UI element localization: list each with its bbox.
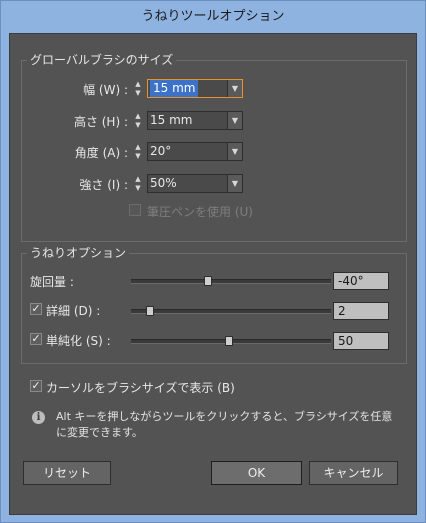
intensity-value[interactable]: 50% <box>150 175 177 192</box>
rotation-slider-track[interactable] <box>131 279 331 284</box>
spin-up-icon[interactable]: ▲ <box>131 80 145 89</box>
intensity-spinner[interactable]: ▲ ▼ <box>131 175 145 194</box>
detail-label[interactable]: 詳細 (D) : <box>46 302 100 319</box>
chevron-down-icon[interactable]: ▼ <box>227 112 242 129</box>
spin-down-icon[interactable]: ▼ <box>131 184 145 193</box>
angle-combo[interactable]: 20° ▼ <box>147 142 243 161</box>
height-combo[interactable]: 15 mm ▼ <box>147 111 243 130</box>
info-icon: i <box>32 411 45 424</box>
spin-down-icon[interactable]: ▼ <box>131 152 145 161</box>
intensity-combo[interactable]: 50% ▼ <box>147 174 243 193</box>
spin-down-icon[interactable]: ▼ <box>131 121 145 130</box>
warp-options-legend: うねりオプション <box>27 244 130 261</box>
spin-down-icon[interactable]: ▼ <box>131 89 145 98</box>
width-label: 幅 (W) : <box>83 83 128 97</box>
angle-label: 角度 (A) : <box>74 146 128 160</box>
rotation-input[interactable]: -40° <box>333 272 389 290</box>
info-text: Alt キーを押しながらツールをクリックすると、ブラシサイズを任意 に変更できま… <box>56 409 406 441</box>
window-title: うねりツールオプション <box>141 9 285 24</box>
simplify-input[interactable]: 50 <box>333 332 389 350</box>
width-spinner[interactable]: ▲ ▼ <box>131 80 145 99</box>
cancel-button[interactable]: キャンセル <box>309 461 398 485</box>
show-brush-size-checkbox[interactable]: ✓ <box>30 380 42 392</box>
chevron-down-icon[interactable]: ▼ <box>227 175 242 192</box>
rotation-slider-thumb[interactable] <box>203 276 212 286</box>
intensity-label: 強さ (I) : <box>79 178 128 192</box>
detail-input[interactable]: 2 <box>333 302 389 320</box>
width-value[interactable]: 15 mm <box>150 80 199 97</box>
detail-slider-track[interactable] <box>131 309 331 314</box>
spin-up-icon[interactable]: ▲ <box>131 112 145 121</box>
width-combo[interactable]: 15 mm ▼ <box>147 79 243 98</box>
rotation-label: 旋回量 : <box>30 275 74 289</box>
simplify-slider-thumb[interactable] <box>225 336 234 346</box>
info-text-line-1: Alt キーを押しながらツールをクリックすると、ブラシサイズを任意 <box>56 410 393 423</box>
pressure-pen-label: 筆圧ペンを使用 (U) <box>147 205 253 219</box>
detail-slider-thumb[interactable] <box>146 306 155 316</box>
angle-spinner[interactable]: ▲ ▼ <box>131 143 145 162</box>
ok-button[interactable]: OK <box>211 461 302 485</box>
simplify-label[interactable]: 単純化 (S) : <box>46 332 111 349</box>
height-label: 高さ (H) : <box>73 115 128 129</box>
info-text-line-2: に変更できます。 <box>56 426 143 439</box>
dialog-window: うねりツールオプション グローバルブラシのサイズ 幅 (W) : ▲ ▼ 15 … <box>0 0 426 523</box>
reset-button[interactable]: リセット <box>23 461 111 485</box>
chevron-down-icon[interactable]: ▼ <box>227 80 242 97</box>
detail-checkbox[interactable]: ✓ <box>30 303 42 315</box>
height-spinner[interactable]: ▲ ▼ <box>131 112 145 131</box>
show-brush-size-label[interactable]: カーソルをブラシサイズで表示 (B) <box>46 379 235 396</box>
spin-up-icon[interactable]: ▲ <box>131 175 145 184</box>
dialog-client-area: グローバルブラシのサイズ 幅 (W) : ▲ ▼ 15 mm ▼ 高さ (H) … <box>9 33 417 515</box>
height-value[interactable]: 15 mm <box>150 112 192 129</box>
pressure-pen-checkbox <box>129 204 141 216</box>
spin-up-icon[interactable]: ▲ <box>131 143 145 152</box>
brush-size-legend: グローバルブラシのサイズ <box>27 51 177 68</box>
angle-value[interactable]: 20° <box>150 143 171 160</box>
simplify-checkbox[interactable]: ✓ <box>30 333 42 345</box>
chevron-down-icon[interactable]: ▼ <box>227 143 242 160</box>
